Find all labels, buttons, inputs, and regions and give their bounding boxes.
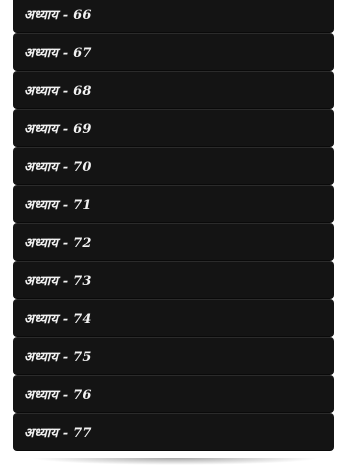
chapter-item-label: अध्याय - 73 — [24, 274, 92, 289]
chapter-item-75[interactable]: अध्याय - 75 — [13, 337, 334, 375]
chapter-item-label: अध्याय - 67 — [24, 46, 92, 61]
chapter-item-70[interactable]: अध्याय - 70 — [13, 147, 334, 185]
chapter-list-items: अध्याय - 66 अध्याय - 67 अध्याय - 68 अध्य… — [13, 0, 334, 451]
chapter-item-76[interactable]: अध्याय - 76 — [13, 375, 334, 413]
chapter-item-label: अध्याय - 72 — [24, 236, 92, 251]
chapter-item-69[interactable]: अध्याय - 69 — [13, 109, 334, 147]
chapter-item-label: अध्याय - 68 — [24, 84, 92, 99]
chapter-item-68[interactable]: अध्याय - 68 — [13, 71, 334, 109]
chapter-item-label: अध्याय - 66 — [24, 8, 92, 23]
chapter-list: अध्याय - 66 अध्याय - 67 अध्याय - 68 अध्य… — [13, 0, 334, 465]
chapter-item-77[interactable]: अध्याय - 77 — [13, 413, 334, 451]
chapter-item-74[interactable]: अध्याय - 74 — [13, 299, 334, 337]
chapter-item-label: अध्याय - 69 — [24, 122, 92, 137]
chapter-item-66[interactable]: अध्याय - 66 — [13, 0, 334, 33]
chapter-item-67[interactable]: अध्याय - 67 — [13, 33, 334, 71]
chapter-item-label: अध्याय - 76 — [24, 388, 92, 403]
chapter-item-label: अध्याय - 75 — [24, 350, 92, 365]
list-bottom-shadow — [30, 458, 320, 465]
chapter-item-label: अध्याय - 74 — [24, 312, 92, 327]
chapter-item-label: अध्याय - 71 — [24, 198, 92, 213]
chapter-item-72[interactable]: अध्याय - 72 — [13, 223, 334, 261]
chapter-item-73[interactable]: अध्याय - 73 — [13, 261, 334, 299]
chapter-item-71[interactable]: अध्याय - 71 — [13, 185, 334, 223]
chapter-item-label: अध्याय - 77 — [24, 426, 92, 441]
chapter-item-label: अध्याय - 70 — [24, 160, 92, 175]
